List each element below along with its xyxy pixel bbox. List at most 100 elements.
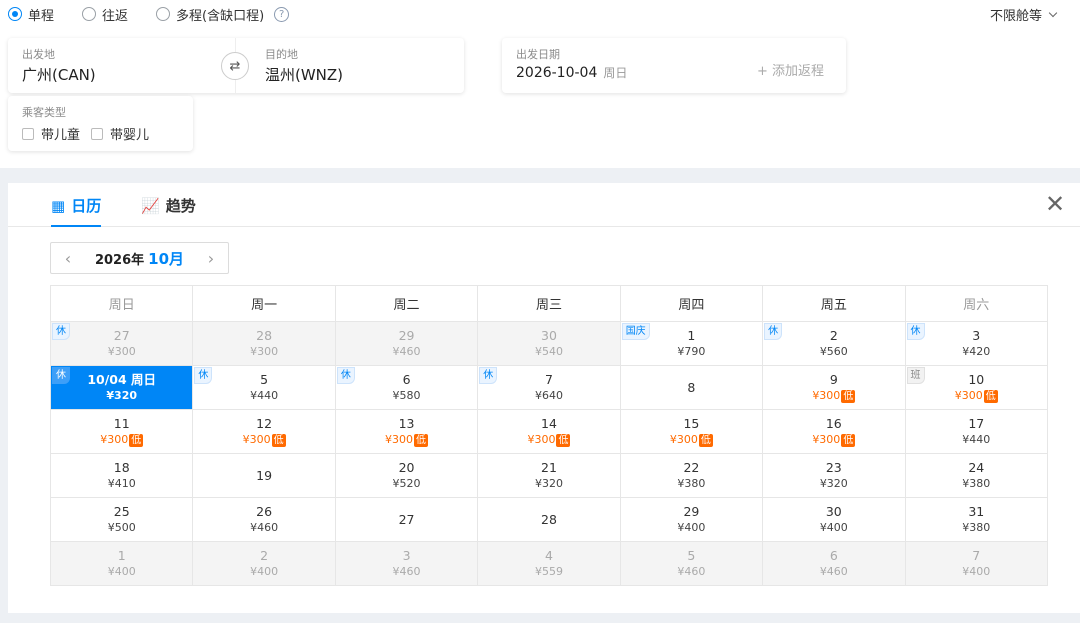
calendar-day-cell[interactable]: 休 7 ¥640 [477, 365, 621, 410]
calendar-day-cell[interactable]: 29 ¥460 [334, 321, 479, 366]
calendar-day-cell[interactable]: 17 ¥440 [904, 409, 1049, 454]
calendar-day-cell[interactable]: 2 ¥400 [192, 541, 336, 586]
radio-circle-icon [8, 7, 22, 21]
calendar-day-cell[interactable]: 20 ¥520 [334, 453, 479, 498]
day-price: ¥380 [621, 476, 762, 491]
close-calendar-button[interactable]: ✕ [1044, 192, 1066, 216]
calendar-day-cell[interactable]: 16 ¥300 低 [762, 409, 906, 454]
day-number: 5 [260, 372, 269, 387]
swap-cities-button[interactable]: ⇄ [221, 52, 249, 80]
tab-trend[interactable]: 📈 趋势 [141, 195, 196, 216]
calendar-day-cell[interactable]: 22 ¥380 [619, 453, 764, 498]
with-child-checkbox[interactable]: 带儿童 [22, 124, 80, 143]
day-number: 28 [256, 328, 273, 343]
arrival-field[interactable]: 温州(WNZ) [265, 64, 343, 85]
price-value: ¥540 [534, 345, 563, 358]
trip-type-oneway-radio[interactable]: 单程 [8, 5, 54, 24]
day-price: ¥500 [51, 520, 192, 535]
calendar-day-cell[interactable]: 4 ¥559 [477, 541, 621, 586]
price-value: ¥400 [107, 565, 136, 578]
day-price: ¥400 [621, 520, 762, 535]
tab-calendar[interactable]: ▦ 日历 [51, 195, 102, 227]
day-price: ¥540 [478, 344, 619, 359]
calendar-day-cell[interactable]: 27 [334, 497, 479, 542]
price-value: ¥640 [534, 389, 563, 402]
calendar-day-cell[interactable]: 30 ¥400 [762, 497, 906, 542]
calendar-day-cell[interactable]: 18 ¥410 [49, 453, 194, 498]
calendar-day-cell[interactable]: 31 ¥380 [904, 497, 1049, 542]
day-number: 31 [968, 504, 985, 519]
calendar-day-cell[interactable]: 休 10/04 周日 ¥320 [49, 365, 194, 410]
calendar-day-cell[interactable]: 26 ¥460 [192, 497, 336, 542]
calendar-day-cell[interactable]: 休 6 ¥580 [334, 365, 479, 410]
add-return-button[interactable]: + 添加返程 [757, 60, 824, 79]
calendar-day-cell[interactable]: 6 ¥460 [762, 541, 906, 586]
trip-type-label: 单程 [28, 8, 55, 24]
calendar-day-cell[interactable]: 休 5 ¥440 [192, 365, 336, 410]
calendar-day-cell[interactable]: 30 ¥540 [477, 321, 621, 366]
day-price: ¥440 [906, 432, 1047, 447]
calendar-day-cell[interactable]: 12 ¥300 低 [192, 409, 336, 454]
calendar-day-cell[interactable]: 7 ¥400 [904, 541, 1049, 586]
calendar-day-cell[interactable]: 5 ¥460 [619, 541, 764, 586]
trip-type-roundtrip-radio[interactable]: 往返 [82, 5, 128, 24]
low-price-calendar-panel: ▦ 日历 📈 趋势 ✕ ‹ 2026年 10月 › 周日 周一 周二 周三 周四 周五 周六 … [8, 183, 1080, 613]
passenger-type-label: 乘客类型 [22, 106, 66, 119]
calendar-day-cell[interactable]: 8 [619, 365, 764, 410]
day-price: ¥300 低 [763, 388, 904, 403]
cabin-class-select[interactable]: 不限舱等 [990, 5, 1058, 24]
calendar-day-cell[interactable]: 班 10 ¥300 低 [904, 365, 1049, 410]
departure-field[interactable]: 广州(CAN) [22, 64, 96, 85]
radio-circle-icon [82, 7, 97, 21]
calendar-day-cell[interactable]: 13 ¥300 低 [334, 409, 479, 454]
day-number: 29 [398, 328, 415, 343]
day-price: ¥440 [193, 388, 334, 403]
calendar-day-cell[interactable]: 19 [192, 453, 336, 498]
calendar-day-cell[interactable]: 28 ¥300 [192, 321, 336, 366]
calendar-day-cell[interactable]: 休 3 ¥420 [904, 321, 1049, 366]
calendar-day-cell[interactable]: 29 ¥400 [619, 497, 764, 542]
calendar-day-cell[interactable]: 15 ¥300 低 [619, 409, 764, 454]
day-number: 14 [541, 416, 557, 431]
question-mark-icon[interactable]: ? [274, 6, 290, 22]
departure-date-field[interactable]: 2026-10-04 周日 [516, 64, 627, 81]
holiday-badge: 休 [906, 323, 925, 340]
calendar-day-cell[interactable]: 28 [477, 497, 621, 542]
next-month-button[interactable]: › [194, 249, 228, 268]
calendar-week-row: 11 ¥300 低 12 ¥300 低 13 ¥300 低 14 ¥300 低 15 ¥300 低 16 ¥30… [49, 409, 1049, 454]
day-number: 10 [968, 372, 985, 387]
search-form: 单程 往返 多程(含缺口程) ? 不限舱等 出发地 广州(CAN) ⇄ 目的地 … [0, 0, 1080, 168]
calendar-day-cell[interactable]: 1 ¥400 [49, 541, 194, 586]
day-price: ¥520 [336, 476, 477, 491]
calendar-day-cell[interactable]: 3 ¥460 [334, 541, 479, 586]
calendar-day-cell[interactable]: 25 ¥500 [49, 497, 194, 542]
calendar-day-cell[interactable]: 国庆 1 ¥790 [619, 321, 764, 366]
day-price: ¥460 [621, 564, 762, 579]
calendar-day-cell[interactable]: 23 ¥320 [762, 453, 906, 498]
calendar-day-cell[interactable]: 9 ¥300 低 [762, 365, 906, 410]
calendar-day-cell[interactable]: 休 2 ¥560 [762, 321, 906, 366]
calendar-day-cell[interactable]: 14 ¥300 低 [477, 409, 621, 454]
day-number: 9 [829, 372, 838, 387]
price-value: ¥400 [250, 565, 279, 578]
calendar-day-cell[interactable]: 24 ¥380 [904, 453, 1049, 498]
low-price-tag: 低 [129, 433, 144, 447]
day-price: ¥580 [336, 388, 477, 403]
day-number: 12 [256, 416, 273, 431]
price-value: ¥460 [677, 565, 706, 578]
calendar-week-row: 休 27 ¥300 28 ¥300 29 ¥460 30 ¥540 国庆 1 ¥790 休 2 ¥560 休 3… [49, 321, 1049, 366]
day-price: ¥300 低 [478, 432, 619, 447]
day-number: 2 [829, 328, 838, 343]
calendar-day-cell[interactable]: 21 ¥320 [477, 453, 621, 498]
route-card: 出发地 广州(CAN) ⇄ 目的地 温州(WNZ) [8, 38, 464, 93]
calendar-day-cell[interactable]: 休 27 ¥300 [49, 321, 194, 366]
trip-type-multicity-radio[interactable]: 多程(含缺口程) [156, 5, 264, 24]
calendar-day-cell[interactable]: 11 ¥300 低 [49, 409, 194, 454]
prev-month-button[interactable]: ‹ [51, 249, 85, 268]
low-price-tag: 低 [841, 389, 856, 403]
price-value: ¥460 [250, 521, 279, 534]
day-number: 21 [541, 460, 557, 475]
day-price: ¥300 低 [621, 432, 762, 447]
with-infant-checkbox[interactable]: 带婴儿 [91, 124, 149, 143]
with-infant-label: 带婴儿 [110, 128, 150, 143]
